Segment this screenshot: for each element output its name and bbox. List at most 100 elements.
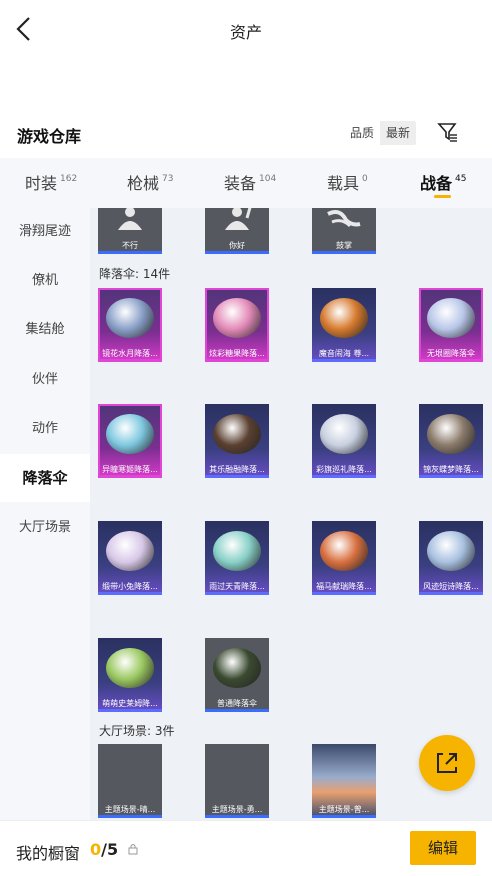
tab-count: 73 — [162, 173, 174, 184]
sidebar-item-lobby-scene[interactable]: 大厅场景 — [0, 504, 90, 552]
parachute-item[interactable]: 雨过天青降落... — [205, 521, 269, 595]
emote-item[interactable]: 不行 — [98, 208, 162, 254]
parachute-canopy-icon — [106, 298, 154, 338]
rarity-bar — [205, 251, 269, 254]
parachute-canopy-icon — [213, 531, 261, 571]
lobby-scene-item[interactable]: 主题场景-勇... — [205, 744, 269, 818]
rarity-bar — [98, 475, 162, 478]
share-button[interactable] — [419, 735, 475, 791]
rarity-bar — [312, 251, 376, 254]
parachute-canopy-icon — [320, 531, 368, 571]
parachute-canopy-icon — [213, 648, 261, 688]
sort-newest-option[interactable]: 最新 — [380, 121, 417, 145]
parachute-canopy-icon — [427, 298, 475, 338]
item-name: 主题场景-勇... — [211, 805, 263, 814]
item-name: 萌萌史莱姆降... — [102, 699, 158, 708]
parachute-canopy-icon — [213, 298, 261, 338]
tab-fashion[interactable]: 时装 162 — [25, 170, 77, 194]
parachute-item[interactable]: 缎带小兔降落... — [98, 521, 162, 595]
sidebar-item-emote[interactable]: 动作 — [0, 405, 90, 453]
tab-label: 时装 — [25, 174, 58, 193]
parachute-item[interactable]: 镜花水月降落... — [98, 288, 162, 362]
repository-row: 游戏仓库 品质 最新 — [0, 112, 492, 154]
lobby-scene-item[interactable]: 主题场景-晴... — [98, 744, 162, 818]
repository-title: 游戏仓库 — [17, 127, 82, 146]
parachute-item[interactable]: 其乐融融降落... — [205, 404, 269, 478]
parachute-item[interactable]: 萌萌史莱姆降... — [98, 638, 162, 712]
showcase-count: 0/5 — [90, 840, 118, 859]
parachute-item[interactable]: 魔音闹海 尊... — [312, 288, 376, 362]
parachute-canopy-icon — [427, 414, 475, 454]
rarity-bar — [205, 359, 269, 362]
rarity-bar — [205, 592, 269, 595]
tab-label: 载具 — [327, 174, 360, 193]
lobby-scene-item[interactable]: 主题场景-曾... — [312, 744, 376, 818]
rarity-bar — [312, 359, 376, 362]
parachute-canopy-icon — [106, 414, 154, 454]
active-tab-indicator — [434, 195, 451, 198]
item-name: 主题场景-晴... — [104, 805, 156, 814]
rarity-bar — [419, 475, 483, 478]
lobby-section-label: 大厅场景: 3件 — [99, 724, 175, 738]
showcase-current: 0 — [90, 840, 102, 859]
tab-vehicles[interactable]: 载具 0 — [327, 170, 368, 194]
parachute-item[interactable]: 风迹短诗降落... — [419, 521, 483, 595]
sidebar-item-companion[interactable]: 伙伴 — [0, 356, 90, 404]
parachute-item[interactable]: 福马献瑞降落... — [312, 521, 376, 595]
rarity-bar — [98, 709, 162, 712]
parachute-canopy-icon — [320, 298, 368, 338]
parachute-item[interactable]: 锦灰蝶梦降落... — [419, 404, 483, 478]
sidebar-item-parachute[interactable]: 降落伞 — [0, 454, 90, 502]
item-name: 镜花水月降落... — [102, 349, 158, 358]
rarity-bar — [419, 359, 483, 362]
item-name: 彩旗巡礼降落... — [316, 465, 372, 474]
rarity-bar — [205, 709, 269, 712]
sidebar-item-wingman[interactable]: 僚机 — [0, 257, 90, 305]
filter-icon[interactable] — [437, 121, 459, 143]
emote-item[interactable]: 鼓掌 — [312, 208, 376, 254]
rarity-bar — [98, 592, 162, 595]
item-name: 其乐融融降落... — [209, 465, 265, 474]
tab-equipment[interactable]: 装备 104 — [224, 170, 276, 194]
item-name: 普通降落伞 — [217, 699, 257, 708]
parachute-canopy-icon — [106, 648, 154, 688]
parachute-item[interactable]: 炫彩糖果降落... — [205, 288, 269, 362]
tab-weapons[interactable]: 枪械 73 — [127, 170, 173, 194]
emote-clap-icon — [327, 210, 361, 228]
item-name: 不行 — [122, 241, 138, 250]
tab-label: 装备 — [224, 174, 257, 193]
rarity-bar — [312, 815, 376, 818]
bottom-bar: 我的橱窗 0/5 编辑 — [0, 820, 492, 876]
tab-count: 45 — [455, 173, 467, 184]
parachute-canopy-icon — [106, 531, 154, 571]
share-icon — [437, 753, 457, 773]
item-grid: 不行 你好 鼓掌 降落伞: 14件 镜花水月降落... 炫彩糖果降落... 魔音闹海… — [90, 208, 492, 820]
item-name: 缎带小兔降落... — [102, 582, 158, 591]
rarity-bar — [205, 475, 269, 478]
subcategory-sidebar: 滑翔尾迹 僚机 集结舱 伙伴 动作 降落伞 大厅场景 — [0, 208, 90, 820]
parachute-item[interactable]: 异瞳寒姬降落... — [98, 404, 162, 478]
parachute-canopy-icon — [427, 531, 475, 571]
rarity-bar — [98, 251, 162, 254]
parachute-item[interactable]: 无垠圈降落伞 — [419, 288, 483, 362]
lock-icon — [128, 844, 138, 855]
sidebar-item-drop-pod[interactable]: 集结舱 — [0, 306, 90, 354]
item-name: 你好 — [229, 241, 245, 250]
item-name: 雨过天青降落... — [209, 582, 265, 591]
edit-button[interactable]: 编辑 — [410, 831, 476, 865]
sort-quality-option[interactable]: 品质 — [344, 121, 381, 145]
item-name: 鼓掌 — [336, 241, 352, 250]
parachute-item[interactable]: 普通降落伞 — [205, 638, 269, 712]
rarity-bar — [419, 592, 483, 595]
parachute-canopy-icon — [213, 414, 261, 454]
emote-item[interactable]: 你好 — [205, 208, 269, 254]
rarity-bar — [312, 592, 376, 595]
tab-battle-prep[interactable]: 战备 45 — [420, 170, 466, 194]
parachute-item[interactable]: 彩旗巡礼降落... — [312, 404, 376, 478]
tab-label: 战备 — [420, 174, 453, 193]
page-title: 资产 — [229, 23, 262, 42]
sidebar-item-glide-trail[interactable]: 滑翔尾迹 — [0, 208, 90, 256]
item-name: 异瞳寒姬降落... — [102, 465, 158, 474]
rarity-bar — [98, 815, 162, 818]
item-name: 福马献瑞降落... — [316, 582, 372, 591]
